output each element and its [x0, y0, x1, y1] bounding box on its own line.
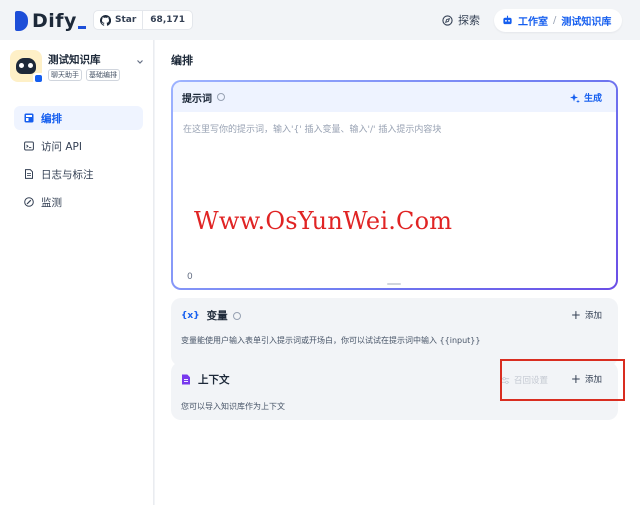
document-icon [182, 374, 190, 385]
compass-icon [442, 14, 453, 26]
chevron-down-icon[interactable] [136, 58, 144, 66]
context-label: 上下文 [198, 374, 230, 386]
annotation-highlight-box [500, 359, 625, 401]
variable-icon: {x} [181, 310, 200, 321]
info-icon[interactable] [217, 93, 225, 101]
github-star-label: Star [115, 15, 137, 25]
app-tag: 聊天助手 [48, 68, 82, 81]
add-variable-label: 添加 [584, 311, 602, 321]
top-bar: Dify Star 68,171 探索 工作室 / 测试知识库 [0, 0, 640, 40]
sidebar-item-logs[interactable]: 日志与标注 [14, 162, 143, 186]
variables-section: {x} 变量 + 添加 变量能使用户输入表单引入提示词或开场白，你可以试试在提示… [171, 298, 618, 366]
generate-button[interactable]: 生成 [569, 91, 602, 104]
logo-text: Dify [32, 10, 77, 32]
watermark: Www.OsYunWei.Com [194, 207, 453, 235]
sidebar-item-label: 编排 [41, 112, 62, 125]
page-title: 编排 [171, 54, 193, 67]
gauge-icon [24, 197, 34, 207]
sidebar-nav: 编排 访问 API 日志与标注 监测 [14, 106, 143, 218]
app-avatar [10, 50, 44, 84]
github-icon [100, 14, 111, 26]
dify-logo[interactable]: Dify [15, 10, 86, 32]
app-type-badge-icon [33, 73, 44, 84]
prompt-header: 提示词 生成 [173, 82, 616, 112]
app-name: 测试知识库 [48, 53, 101, 66]
workspace-label[interactable]: 工作室 [518, 13, 548, 28]
generate-label: 生成 [583, 94, 602, 104]
prompt-input[interactable]: 在这里写你的提示词，输入'{' 插入变量、输入'/' 插入提示内容块 [183, 122, 441, 135]
logo-underscore-icon [77, 25, 86, 29]
plus-icon: + [570, 308, 581, 322]
app-tag: 基础编排 [86, 68, 120, 81]
sparkle-icon [569, 93, 580, 103]
prompt-editor: 提示词 生成 在这里写你的提示词，输入'{' 插入变量、输入'/' 插入提示内容… [171, 80, 618, 290]
layout-icon [24, 113, 34, 123]
sidebar-item-orchestrate[interactable]: 编排 [14, 106, 143, 130]
prompt-label: 提示词 [182, 93, 212, 105]
robot-icon [503, 15, 512, 25]
sidebar-item-label: 日志与标注 [41, 168, 94, 181]
logo-mark-icon [15, 11, 28, 31]
app-selector[interactable]: 测试知识库 聊天助手 基础编排 [10, 48, 146, 84]
robot-face-icon [16, 58, 36, 74]
github-star-count: 68,171 [150, 15, 186, 25]
context-description: 您可以导入知识库作为上下文 [181, 402, 285, 411]
github-star-button[interactable]: Star 68,171 [93, 10, 194, 30]
resize-handle[interactable] [387, 283, 401, 285]
add-variable-button[interactable]: + 添加 [571, 309, 602, 321]
current-dataset-label[interactable]: 测试知识库 [561, 13, 611, 28]
sidebar-item-monitoring[interactable]: 监测 [14, 190, 143, 214]
variables-label: 变量 [206, 310, 228, 322]
sidebar: 测试知识库 聊天助手 基础编排 编排 访问 API 日志与标注 监测 [0, 40, 154, 505]
explore-label: 探索 [458, 14, 480, 27]
sidebar-item-label: 访问 API [41, 140, 82, 153]
file-text-icon [25, 169, 33, 179]
workspace-breadcrumb[interactable]: 工作室 / 测试知识库 [494, 9, 622, 32]
prompt-char-count: 0 [187, 272, 193, 282]
sidebar-item-api[interactable]: 访问 API [14, 134, 143, 158]
variables-description: 变量能使用户输入表单引入提示词或开场白，你可以试试在提示词中输入 {{input… [181, 336, 481, 345]
main-panel: 编排 提示词 生成 在这里写你的提示词，输入'{' 插入变量、输入'/' 插入提… [155, 40, 640, 505]
info-icon[interactable] [232, 311, 241, 320]
explore-link[interactable]: 探索 [442, 12, 480, 28]
breadcrumb-separator: / [553, 15, 557, 26]
terminal-icon [24, 141, 34, 151]
sidebar-item-label: 监测 [41, 196, 62, 209]
